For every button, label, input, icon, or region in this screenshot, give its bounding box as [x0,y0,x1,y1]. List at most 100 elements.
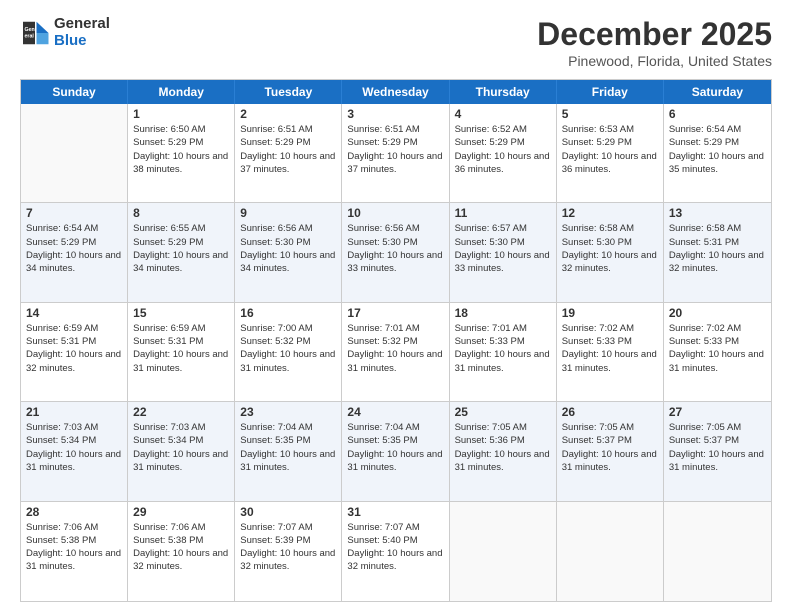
calendar-header: SundayMondayTuesdayWednesdayThursdayFrid… [21,80,771,104]
calendar-cell: 8 Sunrise: 6:55 AMSunset: 5:29 PMDaylight… [128,203,235,301]
calendar-row: 14 Sunrise: 6:59 AMSunset: 5:31 PMDayligh… [21,303,771,402]
calendar-cell: 4 Sunrise: 6:52 AMSunset: 5:29 PMDaylight… [450,104,557,202]
calendar-row: 1 Sunrise: 6:50 AMSunset: 5:29 PMDaylight… [21,104,771,203]
svg-text:eral: eral [25,33,35,39]
header-day: Thursday [450,80,557,104]
svg-text:Gen: Gen [25,26,35,32]
day-number: 25 [455,405,551,419]
logo-line2: Blue [54,33,110,50]
day-info: Sunrise: 7:02 AMSunset: 5:33 PMDaylight:… [669,322,766,375]
page: Gen eral General Blue December 2025 Pine… [0,0,792,612]
header-day: Sunday [21,80,128,104]
day-number: 14 [26,306,122,320]
day-info: Sunrise: 7:00 AMSunset: 5:32 PMDaylight:… [240,322,336,375]
calendar-cell: 23 Sunrise: 7:04 AMSunset: 5:35 PMDayligh… [235,402,342,500]
calendar-row: 21 Sunrise: 7:03 AMSunset: 5:34 PMDayligh… [21,402,771,501]
subtitle: Pinewood, Florida, United States [537,53,772,69]
day-info: Sunrise: 7:01 AMSunset: 5:33 PMDaylight:… [455,322,551,375]
day-info: Sunrise: 6:55 AMSunset: 5:29 PMDaylight:… [133,222,229,275]
calendar-cell: 7Sunrise: 6:54 AMSunset: 5:29 PMDaylight… [21,203,128,301]
day-number: 5 [562,107,658,121]
day-number: 12 [562,206,658,220]
main-title: December 2025 [537,16,772,53]
calendar-cell: 14 Sunrise: 6:59 AMSunset: 5:31 PMDayligh… [21,303,128,401]
day-info: Sunrise: 7:05 AMSunset: 5:36 PMDaylight:… [455,421,551,474]
calendar-cell: 31 Sunrise: 7:07 AMSunset: 5:40 PMDayligh… [342,502,449,601]
calendar-cell: 24 Sunrise: 7:04 AMSunset: 5:35 PMDayligh… [342,402,449,500]
day-info: Sunrise: 7:02 AMSunset: 5:33 PMDaylight:… [562,322,658,375]
calendar-cell: 3Sunrise: 6:51 AMSunset: 5:29 PMDaylight… [342,104,449,202]
day-info: Sunrise: 6:54 AMSunset: 5:29 PMDaylight:… [26,222,122,275]
calendar-cell: 20 Sunrise: 7:02 AMSunset: 5:33 PMDayligh… [664,303,771,401]
day-info: Sunrise: 7:05 AMSunset: 5:37 PMDaylight:… [562,421,658,474]
day-number: 8 [133,206,229,220]
day-info: Sunrise: 7:04 AMSunset: 5:35 PMDaylight:… [347,421,443,474]
calendar-cell: 17Sunrise: 7:01 AMSunset: 5:32 PMDayligh… [342,303,449,401]
calendar-cell: 1 Sunrise: 6:50 AMSunset: 5:29 PMDaylight… [128,104,235,202]
calendar-cell: 9 Sunrise: 6:56 AMSunset: 5:30 PMDaylight… [235,203,342,301]
calendar-cell: 19 Sunrise: 7:02 AMSunset: 5:33 PMDayligh… [557,303,664,401]
day-info: Sunrise: 7:05 AMSunset: 5:37 PMDaylight:… [669,421,766,474]
calendar-cell: 13Sunrise: 6:58 AMSunset: 5:31 PMDayligh… [664,203,771,301]
day-info: Sunrise: 6:52 AMSunset: 5:29 PMDaylight:… [455,123,551,176]
header-day: Saturday [664,80,771,104]
calendar-cell: 22Sunrise: 7:03 AMSunset: 5:34 PMDayligh… [128,402,235,500]
day-number: 18 [455,306,551,320]
header: Gen eral General Blue December 2025 Pine… [20,16,772,69]
day-number: 9 [240,206,336,220]
day-info: Sunrise: 7:04 AMSunset: 5:35 PMDaylight:… [240,421,336,474]
day-info: Sunrise: 7:03 AMSunset: 5:34 PMDaylight:… [26,421,122,474]
calendar-cell: 11 Sunrise: 6:57 AMSunset: 5:30 PMDayligh… [450,203,557,301]
calendar-cell: 2 Sunrise: 6:51 AMSunset: 5:29 PMDaylight… [235,104,342,202]
calendar-cell: 29 Sunrise: 7:06 AMSunset: 5:38 PMDayligh… [128,502,235,601]
header-day: Tuesday [235,80,342,104]
day-number: 3 [347,107,443,121]
day-number: 31 [347,505,443,519]
calendar-row: 28 Sunrise: 7:06 AMSunset: 5:38 PMDayligh… [21,502,771,601]
day-number: 11 [455,206,551,220]
day-number: 21 [26,405,122,419]
calendar-cell: 16Sunrise: 7:00 AMSunset: 5:32 PMDayligh… [235,303,342,401]
day-number: 4 [455,107,551,121]
calendar-body: 1 Sunrise: 6:50 AMSunset: 5:29 PMDaylight… [21,104,771,601]
day-number: 29 [133,505,229,519]
day-number: 30 [240,505,336,519]
day-info: Sunrise: 6:56 AMSunset: 5:30 PMDaylight:… [240,222,336,275]
day-number: 22 [133,405,229,419]
calendar: SundayMondayTuesdayWednesdayThursdayFrid… [20,79,772,602]
title-area: December 2025 Pinewood, Florida, United … [537,16,772,69]
day-info: Sunrise: 7:06 AMSunset: 5:38 PMDaylight:… [133,521,229,574]
day-number: 1 [133,107,229,121]
calendar-cell: 30 Sunrise: 7:07 AMSunset: 5:39 PMDayligh… [235,502,342,601]
day-info: Sunrise: 6:53 AMSunset: 5:29 PMDaylight:… [562,123,658,176]
header-day: Monday [128,80,235,104]
day-info: Sunrise: 6:57 AMSunset: 5:30 PMDaylight:… [455,222,551,275]
day-number: 27 [669,405,766,419]
calendar-cell: 5 Sunrise: 6:53 AMSunset: 5:29 PMDaylight… [557,104,664,202]
day-info: Sunrise: 7:07 AMSunset: 5:40 PMDaylight:… [347,521,443,574]
header-day: Wednesday [342,80,449,104]
calendar-cell: 10Sunrise: 6:56 AMSunset: 5:30 PMDayligh… [342,203,449,301]
day-info: Sunrise: 7:07 AMSunset: 5:39 PMDaylight:… [240,521,336,574]
calendar-cell [557,502,664,601]
calendar-cell [21,104,128,202]
day-info: Sunrise: 6:51 AMSunset: 5:29 PMDaylight:… [240,123,336,176]
calendar-cell [450,502,557,601]
day-number: 13 [669,206,766,220]
day-number: 23 [240,405,336,419]
calendar-cell: 15Sunrise: 6:59 AMSunset: 5:31 PMDayligh… [128,303,235,401]
day-number: 20 [669,306,766,320]
calendar-cell: 26Sunrise: 7:05 AMSunset: 5:37 PMDayligh… [557,402,664,500]
calendar-row: 7Sunrise: 6:54 AMSunset: 5:29 PMDaylight… [21,203,771,302]
day-number: 19 [562,306,658,320]
day-info: Sunrise: 6:50 AMSunset: 5:29 PMDaylight:… [133,123,229,176]
day-info: Sunrise: 6:59 AMSunset: 5:31 PMDaylight:… [26,322,122,375]
day-number: 6 [669,107,766,121]
day-info: Sunrise: 6:59 AMSunset: 5:31 PMDaylight:… [133,322,229,375]
day-number: 24 [347,405,443,419]
day-number: 28 [26,505,122,519]
logo-icon: Gen eral [20,18,50,48]
calendar-cell: 18 Sunrise: 7:01 AMSunset: 5:33 PMDayligh… [450,303,557,401]
day-number: 17 [347,306,443,320]
day-number: 2 [240,107,336,121]
